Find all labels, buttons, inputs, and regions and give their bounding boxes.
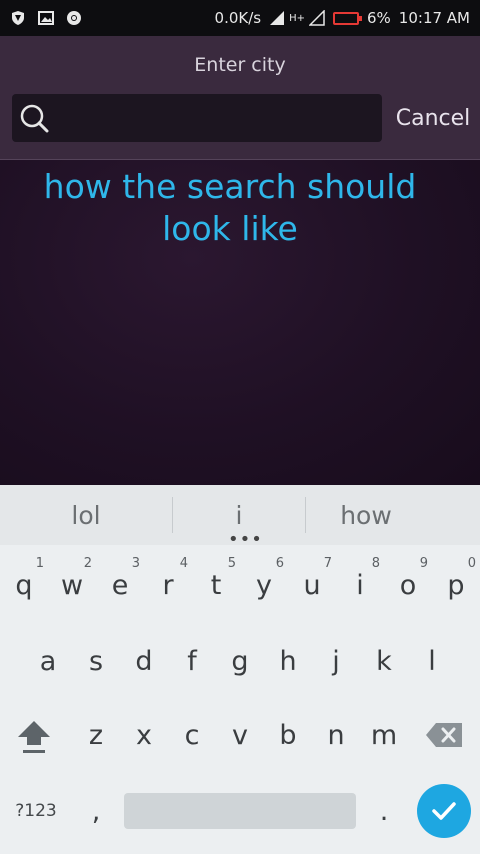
signal-2-icon (309, 10, 325, 26)
period-key[interactable]: . (360, 775, 408, 847)
key-d[interactable]: d (120, 625, 168, 697)
suggestion-1[interactable]: lol (0, 485, 172, 545)
key-label: u (303, 569, 321, 601)
cancel-button[interactable]: Cancel (386, 94, 480, 142)
key-label: t (210, 569, 222, 601)
key-k[interactable]: k (360, 625, 408, 697)
search-header: Enter city Cancel (0, 36, 480, 160)
status-bar: 0.0K/s H+ 6% 10:17 AM (0, 0, 480, 36)
check-icon (432, 802, 456, 820)
suggestion-3[interactable]: how (306, 485, 426, 545)
key-label: p (447, 569, 465, 601)
key-v[interactable]: v (216, 699, 264, 771)
results-area: how the search should look like (0, 160, 480, 485)
chrome-icon (66, 10, 82, 26)
key-u[interactable]: u7 (288, 549, 336, 621)
key-j[interactable]: j (312, 625, 360, 697)
key-hint: 2 (83, 556, 92, 571)
key-label: q (15, 569, 33, 601)
key-r[interactable]: r4 (144, 549, 192, 621)
key-e[interactable]: e3 (96, 549, 144, 621)
backspace-key[interactable] (410, 699, 480, 771)
key-hint: 8 (371, 556, 380, 571)
key-i[interactable]: i8 (336, 549, 384, 621)
key-g[interactable]: g (216, 625, 264, 697)
annotation-text: how the search should look like (0, 166, 460, 250)
key-s[interactable]: s (72, 625, 120, 697)
page-title: Enter city (194, 54, 286, 76)
backspace-icon (426, 723, 462, 747)
status-left-icons (10, 10, 82, 26)
key-hint: 5 (227, 556, 236, 571)
shift-icon (18, 721, 50, 753)
battery-percent: 6% (367, 9, 391, 27)
search-icon (18, 102, 50, 134)
symbols-key[interactable]: ?123 (0, 775, 72, 847)
key-hint: 3 (131, 556, 140, 571)
key-label: r (162, 569, 174, 601)
key-label: w (60, 569, 84, 601)
shift-key[interactable] (0, 699, 68, 771)
soft-keyboard: lol i how ••• q1 w2 e3 r4 t5 y6 u7 i8 o9… (0, 485, 480, 854)
key-label: i (356, 569, 364, 601)
search-input[interactable] (58, 100, 376, 136)
annotation-line-1: how the search should (43, 167, 417, 206)
status-right: 0.0K/s H+ 6% 10:17 AM (215, 9, 470, 27)
key-label: e (111, 569, 129, 601)
image-icon (38, 10, 54, 26)
key-hint: 0 (467, 556, 476, 571)
key-hint: 9 (419, 556, 428, 571)
suggestion-strip: lol i how ••• (0, 485, 480, 549)
annotation-line-2: look like (162, 209, 298, 248)
key-c[interactable]: c (168, 699, 216, 771)
key-a[interactable]: a (24, 625, 72, 697)
more-suggestions-icon[interactable]: ••• (228, 531, 262, 549)
signal-type-label: H+ (289, 12, 305, 24)
enter-button[interactable] (417, 784, 471, 838)
key-p[interactable]: p0 (432, 549, 480, 621)
key-hint: 7 (323, 556, 332, 571)
key-l[interactable]: l (408, 625, 456, 697)
shield-icon (10, 10, 26, 26)
comma-key[interactable]: , (72, 775, 120, 847)
key-x[interactable]: x (120, 699, 168, 771)
key-hint: 4 (179, 556, 188, 571)
battery-icon (333, 11, 362, 25)
key-h[interactable]: h (264, 625, 312, 697)
key-n[interactable]: n (312, 699, 360, 771)
key-f[interactable]: f (168, 625, 216, 697)
signal-icon (269, 10, 285, 26)
key-q[interactable]: q1 (0, 549, 48, 621)
key-hint: 1 (35, 556, 44, 571)
key-label: y (256, 569, 272, 601)
key-m[interactable]: m (360, 699, 408, 771)
key-t[interactable]: t5 (192, 549, 240, 621)
key-b[interactable]: b (264, 699, 312, 771)
key-z[interactable]: z (72, 699, 120, 771)
key-y[interactable]: y6 (240, 549, 288, 621)
space-bar[interactable] (124, 793, 356, 829)
clock: 10:17 AM (398, 9, 470, 27)
net-speed: 0.0K/s (214, 9, 262, 27)
key-w[interactable]: w2 (48, 549, 96, 621)
key-hint: 6 (275, 556, 284, 571)
search-box[interactable] (12, 94, 382, 142)
key-o[interactable]: o9 (384, 549, 432, 621)
key-label: o (399, 569, 417, 601)
